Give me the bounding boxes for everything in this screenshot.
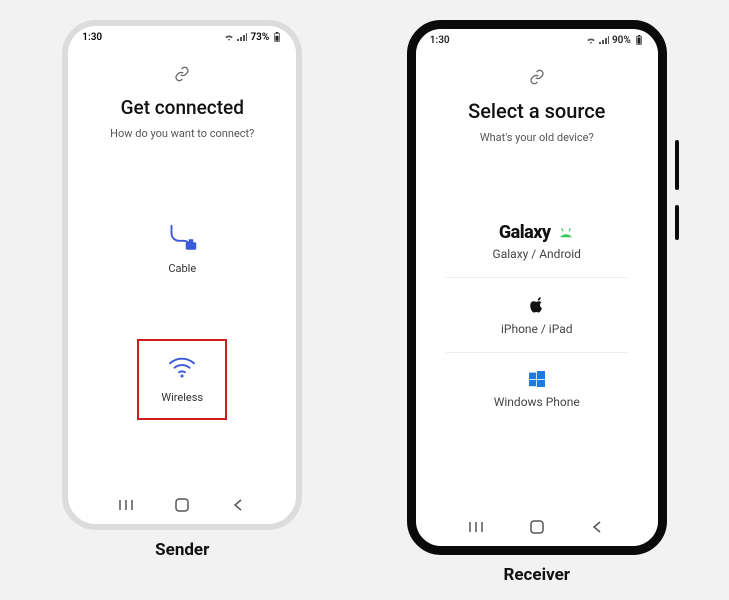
cable-label: Cable <box>168 262 196 275</box>
battery-pct: 73% <box>250 32 269 43</box>
page-title: Get connected <box>121 96 244 119</box>
status-time: 1:30 <box>430 35 450 46</box>
battery-icon <box>634 35 644 45</box>
recents-button[interactable] <box>461 520 491 534</box>
receiver-screen: 1:30 90% Select a source What's your old… <box>416 29 658 546</box>
android-icon <box>557 223 575 242</box>
link-icon <box>174 66 190 86</box>
source-galaxy[interactable]: Galaxy Galaxy / Android <box>446 204 628 278</box>
source-list: Galaxy Galaxy / Android iPhone / iPad <box>446 204 628 425</box>
sender-screen: 1:30 73% Get connected How do you want t… <box>68 26 296 524</box>
apple-icon <box>529 296 545 318</box>
back-button[interactable] <box>582 520 612 534</box>
receiver-content: Select a source What's your old device? … <box>416 51 658 512</box>
battery-pct: 90% <box>612 35 631 46</box>
back-button[interactable] <box>223 498 253 512</box>
status-right: 90% <box>586 35 644 46</box>
wifi-small-icon <box>586 36 596 44</box>
recents-button[interactable] <box>111 498 141 512</box>
source-windows[interactable]: Windows Phone <box>446 353 628 425</box>
sender-content: Get connected How do you want to connect… <box>68 48 296 490</box>
receiver-column: 1:30 90% Select a source What's your old… <box>407 20 667 585</box>
home-button[interactable] <box>522 519 552 535</box>
power-button <box>675 205 679 240</box>
sender-phone-frame: 1:30 73% Get connected How do you want t… <box>62 20 302 530</box>
connect-options: Cable Wireless <box>78 140 286 490</box>
status-right: 73% <box>224 32 282 43</box>
receiver-caption: Receiver <box>503 565 570 585</box>
signal-icon <box>599 36 609 44</box>
wireless-label: Wireless <box>161 391 203 404</box>
receiver-phone-frame: 1:30 90% Select a source What's your old… <box>407 20 667 555</box>
galaxy-label: Galaxy / Android <box>493 247 581 261</box>
page-subtitle: What's your old device? <box>480 131 594 144</box>
galaxy-head: Galaxy <box>499 222 575 243</box>
nav-bar <box>68 490 296 524</box>
page-subtitle: How do you want to connect? <box>110 127 254 140</box>
signal-icon <box>237 33 247 41</box>
battery-icon <box>272 32 282 42</box>
wifi-icon <box>167 355 197 383</box>
source-iphone[interactable]: iPhone / iPad <box>446 278 628 353</box>
link-icon <box>529 69 545 89</box>
status-bar: 1:30 90% <box>416 29 658 51</box>
home-button[interactable] <box>167 497 197 513</box>
status-time: 1:30 <box>82 32 102 43</box>
volume-button <box>675 140 679 190</box>
wireless-option[interactable]: Wireless <box>137 339 227 420</box>
cable-option[interactable]: Cable <box>145 210 219 289</box>
windows-icon <box>529 371 545 391</box>
windows-label: Windows Phone <box>494 395 580 409</box>
wifi-small-icon <box>224 33 234 41</box>
iphone-label: iPhone / iPad <box>501 322 573 336</box>
sender-column: 1:30 73% Get connected How do you want t… <box>62 20 302 560</box>
nav-bar <box>416 512 658 546</box>
galaxy-brand: Galaxy <box>499 222 551 243</box>
page-title: Select a source <box>468 99 605 123</box>
sender-caption: Sender <box>155 540 209 560</box>
status-bar: 1:30 73% <box>68 26 296 48</box>
cable-icon <box>167 224 197 254</box>
